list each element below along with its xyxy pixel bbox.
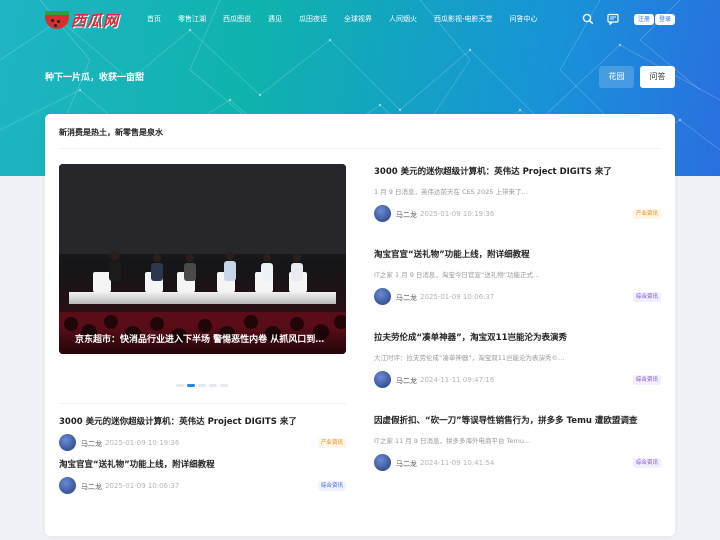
post-author[interactable]: 马二龙	[396, 376, 417, 386]
main-nav: 首页 零售江湖 西瓜图说 遇见 瓜田夜话 全球视界 人间烟火 西瓜影视-电影天堂…	[147, 14, 555, 24]
post-author[interactable]: 马二龙	[396, 293, 417, 303]
garden-button[interactable]: 花园	[599, 66, 634, 88]
post-title[interactable]: 淘宝官宣“送礼物”功能上线，附详细教程	[59, 458, 346, 470]
search-icon[interactable]	[582, 13, 594, 25]
category-tag[interactable]: 产业资讯	[317, 438, 346, 448]
hero-slogan: 种下一片瓜，收获一亩甜	[45, 73, 145, 83]
carousel-dot[interactable]	[209, 384, 217, 387]
post-title[interactable]: 3000 美元的迷你超级计算机：英伟达 Project DIGITS 来了	[374, 165, 661, 177]
carousel-dot[interactable]	[176, 384, 184, 387]
category-tag[interactable]: 综合资讯	[632, 292, 661, 302]
watermelon-icon	[45, 11, 69, 29]
post-time: 2024-11-09 10:41:54	[420, 459, 495, 467]
login-button[interactable]: 登录	[655, 14, 676, 25]
category-tag[interactable]: 综合资讯	[632, 458, 661, 468]
post-author[interactable]: 马二龙	[81, 482, 102, 492]
list-item[interactable]: 淘宝官宣“送礼物”功能上线，附详细教程 马二龙 2025-01-09 10:06…	[59, 458, 346, 495]
qa-button[interactable]: 问答	[640, 66, 675, 88]
nav-item-retail[interactable]: 零售江湖	[178, 14, 206, 24]
category-tag[interactable]: 产业资讯	[632, 209, 661, 219]
post-author[interactable]: 马二龙	[81, 439, 102, 449]
list-item[interactable]: 淘宝官宣“送礼物”功能上线，附详细教程 IT之家 1 月 9 日消息，淘宝今日官…	[374, 248, 661, 306]
nav-item-global[interactable]: 全球视界	[344, 14, 372, 24]
nav-item-life[interactable]: 人间烟火	[389, 14, 417, 24]
featured-card: 新消费是热土，新零售是泉水 京东超市：快消品行业进入下半场 警惕恶性内卷 从抓风…	[45, 114, 675, 536]
post-excerpt: 大江时评：拉夫劳伦成“凑单神器”，淘宝双11岂能沦为表演秀©…	[374, 354, 565, 362]
post-title[interactable]: 因虚假折扣、“砍一刀”等误导性销售行为，拼多多 Temu 遭欧盟调查	[374, 414, 661, 426]
post-title[interactable]: 拉夫劳伦成“凑单神器”，淘宝双11岂能沦为表演秀	[374, 331, 661, 343]
site-logo[interactable]: 西瓜网	[45, 9, 119, 31]
carousel-dots	[176, 384, 231, 387]
post-title[interactable]: 淘宝官宣“送礼物”功能上线，附详细教程	[374, 248, 661, 260]
post-time: 2025-01-09 10:06:37	[105, 482, 180, 490]
nav-item-meet[interactable]: 遇见	[268, 14, 282, 24]
post-time: 2025-01-09 10:06:37	[420, 293, 495, 301]
card-divider	[59, 148, 661, 149]
post-author[interactable]: 马二龙	[396, 459, 417, 469]
list-item[interactable]: 3000 美元的迷你超级计算机：英伟达 Project DIGITS 来了 马二…	[59, 415, 346, 452]
message-icon[interactable]	[607, 13, 619, 25]
avatar[interactable]	[374, 454, 391, 471]
slide-caption[interactable]: 京东超市：快消品行业进入下半场 警惕恶性内卷 从抓风口到抓确定性	[59, 326, 346, 354]
post-author[interactable]: 马二龙	[396, 210, 417, 220]
post-time: 2025-01-09 10:19:36	[420, 210, 495, 218]
nav-item-qa[interactable]: 问答中心	[510, 14, 538, 24]
post-excerpt: IT之家 1 月 9 日消息，淘宝今日官宣“送礼物”功能正式…	[374, 271, 540, 279]
post-excerpt: 1 月 9 日消息，英伟达前天在 CES 2025 上带来了…	[374, 188, 528, 196]
post-title[interactable]: 3000 美元的迷你超级计算机：英伟达 Project DIGITS 来了	[59, 415, 346, 427]
section-divider	[59, 403, 346, 404]
list-item[interactable]: 3000 美元的迷你超级计算机：英伟达 Project DIGITS 来了 1 …	[374, 165, 661, 223]
post-excerpt: IT之家 11 月 9 日消息，拼多多海外电商平台 Temu…	[374, 437, 531, 445]
carousel-dot-active[interactable]	[187, 384, 195, 387]
avatar[interactable]	[374, 205, 391, 222]
carousel-dot[interactable]	[198, 384, 206, 387]
list-item[interactable]: 拉夫劳伦成“凑单神器”，淘宝双11岂能沦为表演秀 大江时评：拉夫劳伦成“凑单神器…	[374, 331, 661, 389]
carousel-dot[interactable]	[220, 384, 228, 387]
avatar[interactable]	[374, 288, 391, 305]
category-tag[interactable]: 综合资讯	[317, 481, 346, 491]
category-tag[interactable]: 综合资讯	[632, 375, 661, 385]
list-item[interactable]: 因虚假折扣、“砍一刀”等误导性销售行为，拼多多 Temu 遭欧盟调查 IT之家 …	[374, 414, 661, 472]
logo-text: 西瓜网	[71, 11, 120, 30]
register-button[interactable]: 注册	[634, 14, 655, 25]
post-time: 2025-01-09 10:19:36	[105, 439, 180, 447]
nav-item-pictures[interactable]: 西瓜图说	[223, 14, 251, 24]
avatar[interactable]	[59, 434, 76, 451]
nav-item-movies[interactable]: 西瓜影视-电影天堂	[434, 14, 493, 24]
avatar[interactable]	[59, 477, 76, 494]
card-title: 新消费是热土，新零售是泉水	[59, 128, 163, 137]
nav-item-night-talk[interactable]: 瓜田夜话	[299, 14, 327, 24]
avatar[interactable]	[374, 371, 391, 388]
top-header: 西瓜网 首页 零售江湖 西瓜图说 遇见 瓜田夜话 全球视界 人间烟火 西瓜影视-…	[0, 0, 720, 40]
post-time: 2024-11-11 09:47:16	[420, 376, 495, 384]
carousel-slide[interactable]: 京东超市：快消品行业进入下半场 警惕恶性内卷 从抓风口到抓确定性	[59, 164, 346, 354]
nav-item-home[interactable]: 首页	[147, 14, 161, 24]
